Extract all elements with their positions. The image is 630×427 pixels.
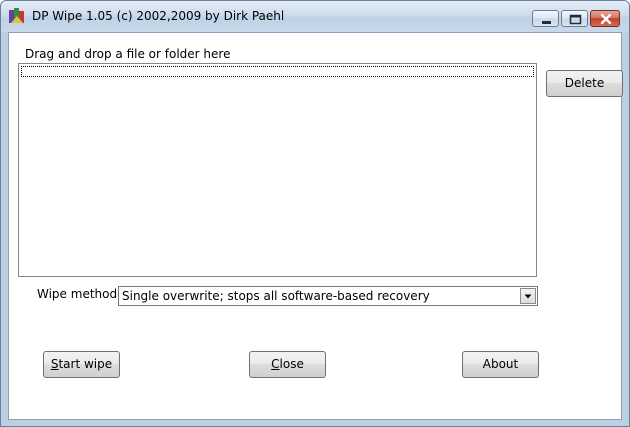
wipe-method-value: Single overwrite; stops all software-bas…: [122, 289, 430, 303]
file-drop-list[interactable]: [18, 63, 537, 277]
chevron-down-icon: [524, 294, 532, 299]
minimize-icon: [542, 21, 551, 24]
dropdown-button[interactable]: [520, 288, 536, 304]
maximize-icon: [569, 14, 582, 25]
start-wipe-label: tart wipe: [58, 357, 113, 371]
close-label: lose: [279, 357, 304, 371]
delete-button[interactable]: Delete: [546, 70, 623, 97]
app-icon[interactable]: [8, 8, 26, 25]
app-window: DP Wipe 1.05 (c) 2002,2009 by Dirk Paehl…: [0, 0, 630, 427]
start-wipe-button[interactable]: Start wipe: [43, 351, 120, 378]
about-button[interactable]: About: [462, 351, 539, 378]
wipe-method-label: Wipe methode:: [37, 287, 129, 301]
close-mnemonic: C: [271, 357, 280, 371]
close-icon: [600, 13, 612, 25]
dialog-body: Drag and drop a file or folder here Dele…: [8, 32, 623, 420]
close-button[interactable]: Close: [249, 351, 326, 378]
wipe-method-select[interactable]: Single overwrite; stops all software-bas…: [118, 286, 538, 306]
title-bar[interactable]: DP Wipe 1.05 (c) 2002,2009 by Dirk Paehl: [1, 1, 629, 32]
maximize-button[interactable]: [561, 10, 588, 27]
minimize-button[interactable]: [532, 10, 559, 27]
list-focus-rect: [21, 66, 534, 77]
drop-zone-label: Drag and drop a file or folder here: [25, 47, 231, 61]
window-title: DP Wipe 1.05 (c) 2002,2009 by Dirk Paehl: [32, 9, 285, 23]
close-window-button[interactable]: [590, 10, 620, 27]
